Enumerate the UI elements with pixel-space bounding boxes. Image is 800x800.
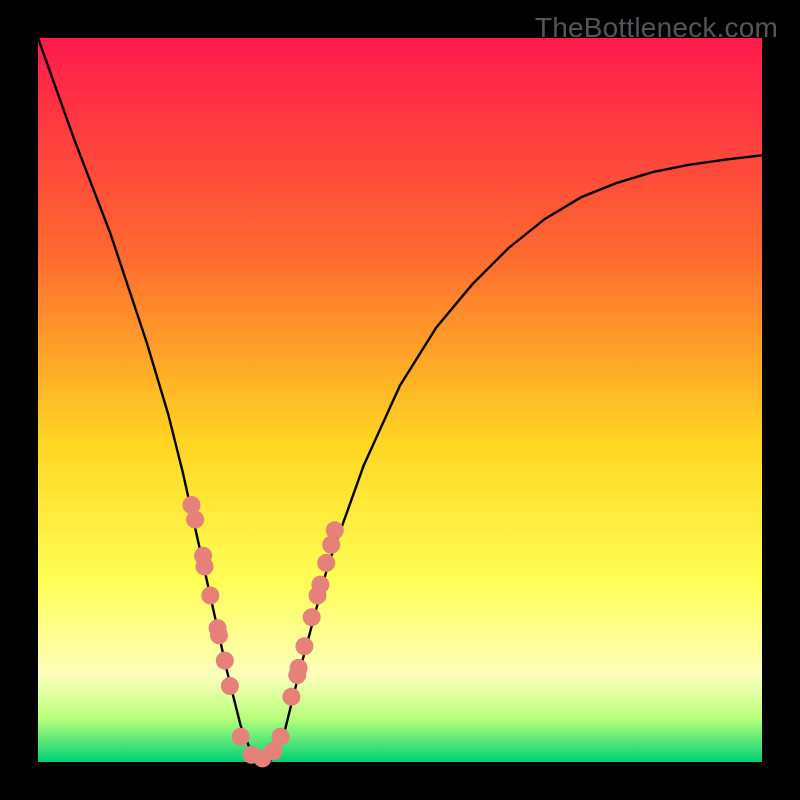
- data-point: [282, 688, 300, 706]
- data-point: [196, 558, 214, 576]
- data-point: [295, 637, 313, 655]
- chart-frame: TheBottleneck.com: [0, 0, 800, 800]
- dots-valley: [232, 728, 290, 768]
- data-point: [303, 608, 321, 626]
- data-point: [272, 728, 290, 746]
- data-point: [201, 587, 219, 605]
- data-point: [232, 728, 250, 746]
- data-point: [311, 576, 329, 594]
- bottleneck-curve-path: [38, 38, 762, 762]
- data-point: [216, 652, 234, 670]
- data-point: [186, 511, 204, 529]
- dots-right-branch: [282, 521, 343, 706]
- data-point: [317, 554, 335, 572]
- dots-left-branch: [183, 496, 239, 695]
- data-point: [290, 659, 308, 677]
- data-point: [210, 626, 228, 644]
- data-point: [326, 521, 344, 539]
- bottleneck-chart: [0, 0, 800, 800]
- watermark-label: TheBottleneck.com: [535, 12, 778, 44]
- data-point: [221, 677, 239, 695]
